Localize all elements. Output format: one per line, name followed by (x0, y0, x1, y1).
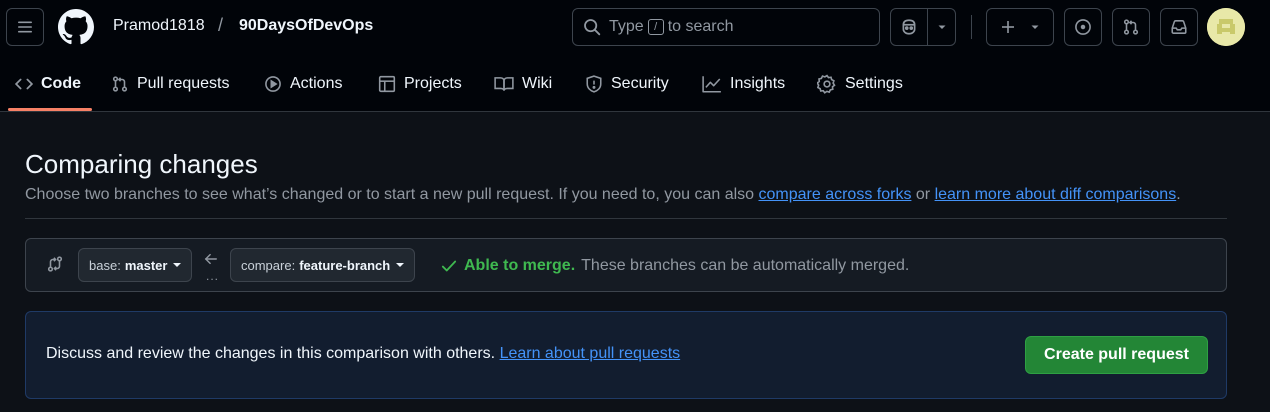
create-pull-request-button[interactable]: Create pull request (1025, 336, 1208, 374)
tab-label: Actions (290, 75, 343, 92)
copilot-button[interactable] (891, 9, 929, 45)
git-compare-icon (47, 256, 63, 272)
tab-actions[interactable]: Actions (264, 56, 342, 112)
create-pr-banner: Discuss and review the changes in this c… (25, 311, 1227, 399)
tab-label: Projects (404, 75, 462, 92)
tab-label: Pull requests (137, 75, 230, 92)
menu-button[interactable] (6, 8, 44, 46)
book-icon (494, 77, 514, 91)
banner-message: Discuss and review the changes in this c… (46, 345, 496, 362)
tab-wiki[interactable]: Wiki (494, 56, 552, 112)
gear-icon (817, 74, 836, 94)
tab-label: Security (611, 75, 669, 92)
banner-text: Discuss and review the changes in this c… (46, 345, 680, 363)
compare-range-editor: base: master ... compare: feature-branch… (25, 238, 1227, 292)
merge-description: These branches can be automatically merg… (581, 257, 910, 274)
tab-pull-requests[interactable]: Pull requests (111, 56, 230, 112)
range-dots: ... (206, 269, 220, 283)
caret-down-icon (173, 263, 182, 267)
tab-projects[interactable]: Projects (378, 56, 462, 112)
subtitle-or: or (915, 186, 931, 203)
base-label: base: (89, 257, 121, 273)
caret-down-icon (396, 263, 405, 267)
search-placeholder: Type / to search (609, 18, 734, 36)
compare-across-forks-link[interactable]: compare across forks (759, 186, 912, 203)
graph-icon (702, 76, 721, 93)
identicon-icon (1207, 8, 1245, 46)
page-title: Comparing changes (25, 149, 258, 179)
repo-name-link[interactable]: 90DaysOfDevOps (239, 17, 373, 35)
search-prefix: Type (609, 18, 644, 35)
page-subtitle: Choose two branches to see what’s change… (25, 186, 1181, 204)
repo-nav: Code Pull requests Actions Projects Wiki… (0, 56, 1270, 112)
tab-insights[interactable]: Insights (702, 56, 785, 112)
play-icon (265, 76, 281, 92)
base-branch-select[interactable]: base: master (78, 248, 193, 282)
chevron-down-icon (938, 25, 946, 29)
copilot-icon (902, 19, 916, 35)
tab-label: Wiki (522, 75, 553, 92)
inbox-icon (1171, 20, 1187, 34)
learn-pull-requests-link[interactable]: Learn about pull requests (500, 345, 681, 362)
git-pull-request-icon (112, 76, 128, 92)
chevron-down-icon (1031, 25, 1039, 29)
issue-opened-icon (1075, 19, 1091, 35)
shield-icon (586, 75, 602, 93)
tab-settings[interactable]: Settings (817, 56, 903, 112)
repo-owner-link[interactable]: Pramod1818 (113, 17, 205, 35)
tab-label: Insights (730, 75, 786, 92)
section-divider (25, 218, 1227, 219)
user-avatar[interactable] (1207, 8, 1245, 46)
subtitle-text: Choose two branches to see what’s change… (25, 186, 755, 203)
merge-ok-text: Able to merge. (464, 257, 576, 274)
breadcrumb-separator: / (218, 15, 224, 35)
search-suffix: to search (667, 18, 734, 35)
table-icon (378, 75, 396, 93)
compare-branch-select[interactable]: compare: feature-branch (230, 248, 416, 282)
header-top-row: Pramod1818 / 90DaysOfDevOps Type / to se… (0, 0, 1270, 56)
base-branch-name: master (124, 257, 168, 273)
check-icon (441, 260, 457, 272)
subtitle-end: . (1176, 186, 1181, 203)
compare-branch-name: feature-branch (299, 257, 391, 273)
header-divider (971, 15, 972, 39)
search-icon (584, 19, 601, 36)
create-new-button[interactable] (986, 8, 1054, 46)
learn-diff-comparisons-link[interactable]: learn more about diff comparisons (935, 186, 1177, 203)
pull-requests-button[interactable] (1112, 8, 1150, 46)
global-header: Pramod1818 / 90DaysOfDevOps Type / to se… (0, 0, 1270, 112)
inbox-button[interactable] (1160, 8, 1198, 46)
issues-button[interactable] (1064, 8, 1102, 46)
tab-code[interactable]: Code (15, 56, 81, 112)
hamburger-icon (18, 21, 32, 33)
active-tab-indicator (8, 108, 92, 111)
plus-icon (1002, 21, 1014, 33)
copilot-dropdown[interactable] (928, 9, 955, 45)
git-pull-request-icon (1123, 19, 1139, 35)
tab-label: Code (41, 75, 81, 92)
code-icon (15, 78, 33, 90)
arrow-left-icon (204, 253, 217, 265)
copilot-button-group (890, 8, 956, 46)
merge-status: Able to merge. These branches can be aut… (440, 257, 909, 275)
tab-security[interactable]: Security (585, 56, 669, 112)
search-shortcut-key: / (647, 19, 664, 35)
tab-label: Settings (845, 75, 903, 92)
github-logo-icon[interactable] (58, 9, 94, 45)
compare-label: compare: (241, 257, 296, 273)
search-input[interactable]: Type / to search (572, 8, 880, 46)
